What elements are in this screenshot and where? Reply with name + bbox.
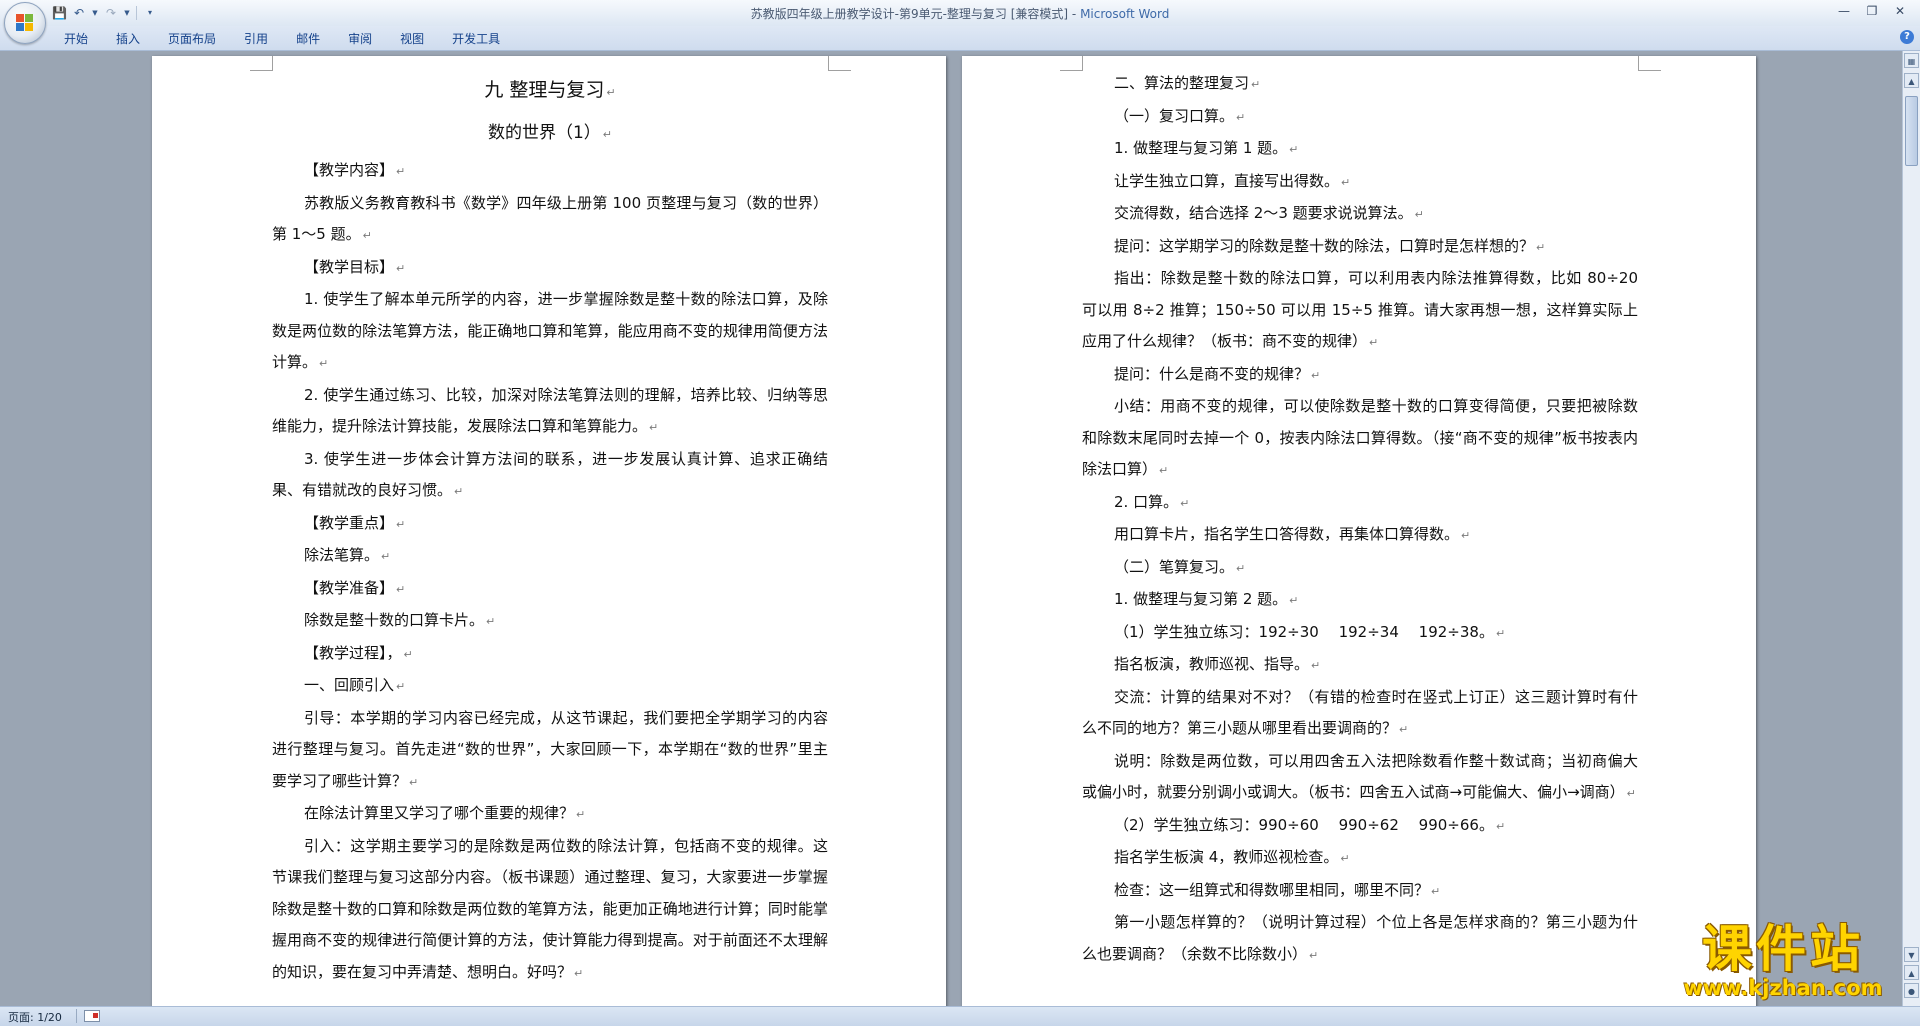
paragraph: 小结：用商不变的规律，可以使除数是整十数的口算变得简便，只要把被除数和除数末尾同… — [1082, 397, 1638, 478]
paragraph: （1）学生独立练习：192÷30 192÷34 192÷38。 ↵ — [1114, 622, 1506, 641]
paragraph: 引导：本学期的学习内容已经完成，从这节课起，我们要把全学期学习的内容进行整理与复… — [272, 708, 828, 790]
lesson-title: 数的世界（1） ↵ — [487, 123, 613, 143]
help-icon[interactable]: ? — [1900, 30, 1914, 44]
paragraph: 苏教版义务教育教科书《数学》四年级上册第 100 页整理与复习（数的世界）第 1… — [272, 193, 828, 244]
watermark-logo-text: 课件站 — [1702, 920, 1864, 978]
paragraph: 1. 使学生了解本单元所学的内容，进一步掌握除数是整十数的除法口算，及除数是两位… — [272, 290, 828, 371]
ribbon-tab-bar: 开始 插入 页面布局 引用 邮件 审阅 视图 开发工具 ? — [0, 26, 1920, 51]
ribbon-tabs: 开始 插入 页面布局 引用 邮件 审阅 视图 开发工具 — [50, 29, 514, 49]
paragraph: 指名学生板演 4，教师巡视检查。 ↵ — [1114, 848, 1350, 866]
document-page-1: 九 整理与复习 ↵ 数的世界（1） ↵ 【教学内容】 ↵ 苏教版义务教育教科书《数学》… — [152, 56, 946, 1006]
paragraph: 引入：这学期主要学习的是除数是两位数的除法计算，包括商不变的规律。这节课我们整理… — [272, 836, 828, 981]
paragraph: 在除法计算里又学习了哪个重要的规律？ ↵ — [304, 804, 586, 822]
document-workspace: 九 整理与复习 ↵ 数的世界（1） ↵ 【教学内容】 ↵ 苏教版义务教育教科书《数学》… — [0, 51, 1902, 1006]
status-separator — [76, 1009, 77, 1023]
paragraph: （一）复习口算。 ↵ — [1114, 106, 1246, 125]
scrollbar-thumb[interactable] — [1905, 96, 1918, 166]
site-watermark: 课件站 www.kjzhan.com — [1668, 922, 1898, 1006]
paragraph: 提问：这学期学习的除数是整十数的除法，口算时是怎样想的？ ↵ — [1114, 236, 1546, 255]
tab-mailings[interactable]: 邮件 — [282, 29, 334, 49]
tab-page-layout[interactable]: 页面布局 — [154, 29, 230, 49]
watermark-url: www.kjzhan.com — [1683, 976, 1883, 1000]
paragraph: 说明：除数是两位数，可以用四舍五入法把除数看作整十数试商；当初商偏大或偏小时，就… — [1082, 751, 1638, 802]
paragraph: 1. 做整理与复习第 1 题。 ↵ — [1114, 139, 1299, 157]
paragraph: 检查：这一组算式和得数哪里相同，哪里不同？ ↵ — [1114, 880, 1441, 899]
document-page-2: 二、算法的整理复习 ↵ （一）复习口算。 ↵ 1. 做整理与复习第 1 题。 ↵ 让学… — [962, 56, 1756, 1006]
vertical-scrollbar[interactable]: ▦ ▲ ▼ ▲ ● — [1902, 51, 1920, 1006]
office-logo-icon — [16, 14, 34, 32]
paragraph: （二）笔算复习。 ↵ — [1114, 557, 1246, 576]
crop-mark — [250, 56, 273, 71]
scroll-down-icon[interactable]: ▼ — [1904, 947, 1919, 962]
page-1-text[interactable]: 九 整理与复习 ↵ 数的世界（1） ↵ 【教学内容】 ↵ 苏教版义务教育教科书《数学》… — [272, 68, 828, 989]
chapter-title: 九 整理与复习 ↵ — [484, 79, 616, 101]
minimize-icon[interactable]: — — [1830, 2, 1858, 20]
paragraph: 交流：计算的结果对不对？（有错的检查时在竖式上订正）这三题计算时有什么不同的地方… — [1082, 687, 1638, 738]
scroll-up-icon[interactable]: ▲ — [1904, 73, 1919, 88]
tab-home[interactable]: 开始 — [50, 29, 102, 49]
paragraph: 【教学过程】， ↵ — [304, 643, 413, 662]
status-bar: 页面: 1/20 — [0, 1006, 1920, 1026]
paragraph: 除法笔算。 ↵ — [304, 546, 391, 564]
tab-review[interactable]: 审阅 — [334, 29, 386, 49]
title-bar: 💾 ↶ ▼ ↷ ▼ ▾ 苏教版四年级上册教学设计-第9单元-整理与复习 [兼容模… — [0, 0, 1920, 26]
ruler-toggle-icon[interactable]: ▦ — [1904, 53, 1919, 68]
document-title: 苏教版四年级上册教学设计-第9单元-整理与复习 [兼容模式] — [750, 7, 1069, 21]
paragraph: 【教学准备】 ↵ — [304, 578, 406, 597]
tab-insert[interactable]: 插入 — [102, 29, 154, 49]
paragraph: 二、算法的整理复习 ↵ — [1114, 74, 1261, 92]
paragraph: 1. 做整理与复习第 2 题。 ↵ — [1114, 590, 1299, 608]
paragraph: 用口算卡片，指名学生口答得数，再集体口算得数。 ↵ — [1114, 525, 1471, 543]
title-separator: - — [1068, 7, 1081, 21]
window-controls: — ❐ ✕ — [1830, 2, 1914, 20]
crop-mark — [828, 56, 851, 71]
browse-object-icon[interactable]: ● — [1904, 983, 1919, 998]
paragraph: 交流得数，结合选择 2～3 题要求说说算法。 ↵ — [1114, 204, 1424, 222]
tab-developer[interactable]: 开发工具 — [438, 29, 514, 49]
paragraph: 【教学目标】 ↵ — [304, 257, 406, 276]
paragraph: 第一小题怎样算的？（说明计算过程）个位上各是怎样求商的？第三小题为什么也要调商？… — [1082, 913, 1638, 963]
tab-view[interactable]: 视图 — [386, 29, 438, 49]
macro-recording-icon[interactable] — [84, 1010, 100, 1022]
paragraph: 2. 口算。 ↵ — [1114, 492, 1190, 511]
office-button[interactable] — [4, 2, 46, 44]
paragraph: 提问：什么是商不变的规律？ ↵ — [1114, 364, 1321, 383]
paragraph: 2. 使学生通过练习、比较，加深对除法笔算法则的理解，培养比较、归纳等思维能力，… — [272, 385, 828, 436]
paragraph: 除数是整十数的口算卡片。 ↵ — [304, 611, 496, 629]
paragraph: 3. 使学生进一步体会计算方法间的联系，进一步发展认真计算、追求正确结果、有错就… — [272, 449, 828, 500]
crop-mark — [1638, 56, 1661, 71]
page-2-text[interactable]: 二、算法的整理复习 ↵ （一）复习口算。 ↵ 1. 做整理与复习第 1 题。 ↵ 让学… — [1082, 68, 1638, 971]
paragraph: 【教学重点】 ↵ — [304, 513, 406, 532]
paragraph: （2）学生独立练习：990÷60 990÷62 990÷66。 ↵ — [1114, 815, 1506, 834]
paragraph: 指出：除数是整十数的除法口算，可以利用表内除法推算得数，比如 80÷20 可以用… — [1082, 269, 1638, 350]
paragraph: 指名板演，教师巡视、指导。 ↵ — [1114, 655, 1321, 673]
paragraph: 一、回顾引入 ↵ — [304, 676, 406, 694]
close-icon[interactable]: ✕ — [1886, 2, 1914, 20]
window-title: 苏教版四年级上册教学设计-第9单元-整理与复习 [兼容模式] - Microso… — [0, 5, 1920, 22]
tab-references[interactable]: 引用 — [230, 29, 282, 49]
application-name: Microsoft Word — [1080, 7, 1170, 21]
page-count[interactable]: 页面: 1/20 — [8, 1009, 62, 1025]
crop-mark — [1060, 56, 1083, 71]
paragraph: 让学生独立口算，直接写出得数。 ↵ — [1114, 171, 1351, 190]
paragraph: 【教学内容】 ↵ — [304, 161, 406, 179]
previous-page-icon[interactable]: ▲ — [1904, 965, 1919, 980]
restore-icon[interactable]: ❐ — [1858, 2, 1886, 20]
